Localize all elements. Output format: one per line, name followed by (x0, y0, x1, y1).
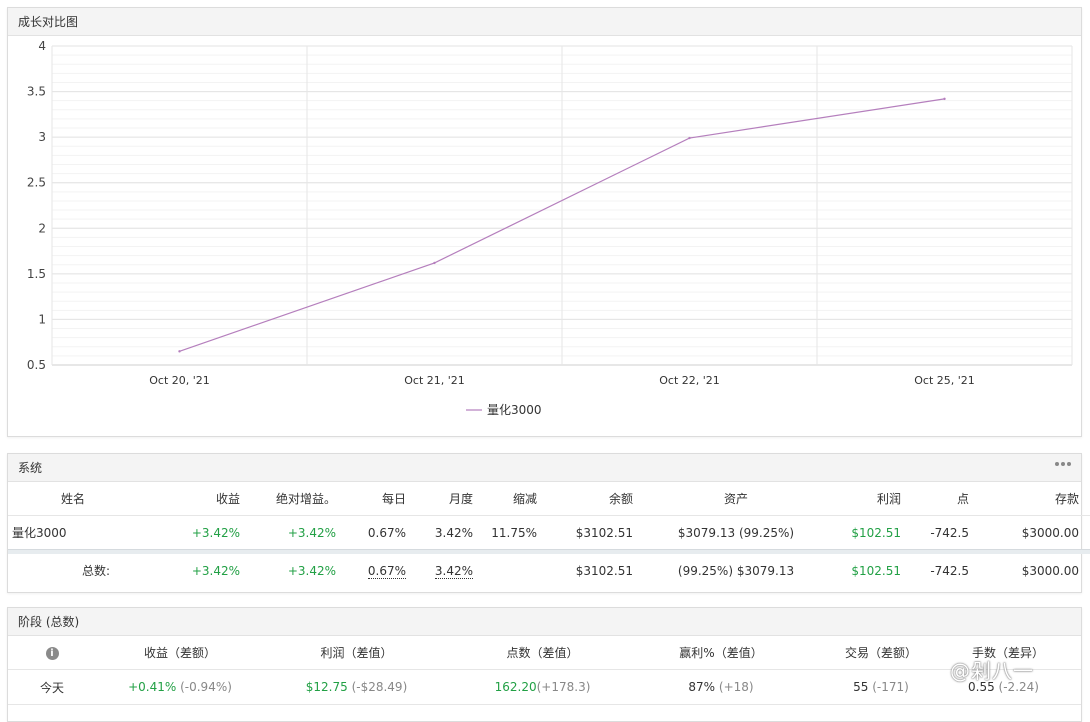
total-abs-gain: +3.42% (287, 563, 336, 578)
stage-row-label: 今天 (8, 669, 96, 705)
total-balance: $3102.51 (575, 563, 633, 578)
data-point (178, 350, 181, 353)
total-profit: $102.51 (851, 563, 901, 578)
col-win-diff-header[interactable]: 赢利%（差值） (636, 636, 806, 670)
y-tick-label: 1 (38, 312, 46, 326)
y-tick-label: 2 (38, 221, 46, 235)
data-point (688, 136, 691, 140)
total-monthly[interactable]: 3.42% (412, 554, 479, 587)
stage-profit-value: $12.75 (305, 680, 348, 694)
total-daily[interactable]: 0.67% (342, 554, 412, 587)
col-profit-header[interactable]: 利润 (823, 482, 911, 516)
stage-row-today: 今天 +0.41% (-0.94%) $12.75 (-$28.49) 162.… (8, 669, 1081, 705)
system-panel: 系统 姓名 收益 绝对增益。 每日 月度 缩减 余额 资产 利润 点 存款 量化… (7, 453, 1090, 593)
y-tick-label: 1.5 (27, 267, 46, 281)
stage-profit: $12.75 (-$28.49) (264, 669, 449, 705)
total-drawdown (479, 554, 561, 587)
system-profit: $102.51 (851, 525, 901, 540)
col-balance-header[interactable]: 余额 (561, 482, 649, 516)
stage-pips-value: 162.20 (494, 680, 537, 694)
info-icon[interactable]: i (45, 647, 59, 660)
stage-table: i 收益（差额） 利润（差值） 点数（差值） 赢利%（差值） 交易（差额） 手数… (8, 636, 1081, 705)
stage-win-value: 87% (688, 680, 716, 694)
col-equity-header[interactable]: 资产 (649, 482, 823, 516)
x-tick-label: Oct 25, '21 (914, 374, 975, 387)
total-daily-value[interactable]: 0.67% (367, 563, 406, 579)
y-tick-label: 2.5 (27, 176, 46, 190)
total-gain: +3.42% (191, 563, 240, 578)
growth-chart-panel: 成长对比图 4 3.5 3 2.5 2 1.5 1 0.5 Oct 20, '21 Oct 21,… (7, 7, 1082, 437)
chart-panel-header: 成长对比图 (8, 8, 1081, 36)
total-monthly-value[interactable]: 3.42% (434, 563, 473, 579)
system-abs-gain: +3.42% (287, 525, 336, 540)
stage-gain-diff: (-0.94%) (180, 680, 232, 694)
system-total-row: 总数: +3.42% +3.42% 0.67% 3.42% $3102.51 (… (8, 554, 1090, 587)
stage-info-cell[interactable]: i (8, 636, 96, 670)
col-abs-gain-header[interactable]: 绝对增益。 (246, 482, 342, 516)
system-table: 姓名 收益 绝对增益。 每日 月度 缩减 余额 资产 利润 点 存款 量化300… (8, 482, 1090, 587)
col-gain-diff-header[interactable]: 收益（差额） (96, 636, 264, 670)
growth-chart: 4 3.5 3 2.5 2 1.5 1 0.5 Oct 20, '21 Oct 21, '21 Oc… (27, 39, 1073, 417)
system-data-row: 量化3000 +3.42% +3.42% 0.67% 3.42% 11.75% … (8, 516, 1090, 550)
stage-panel-header: 阶段 (总数) (8, 608, 1081, 636)
stage-header-row: i 收益（差额） 利润（差值） 点数（差值） 赢利%（差值） 交易（差额） 手数… (8, 636, 1081, 670)
watermark: @剁八一 (950, 659, 1034, 683)
y-tick-label: 3.5 (27, 85, 46, 99)
x-tick-label: Oct 20, '21 (149, 374, 210, 387)
system-panel-title: 系统 (18, 461, 43, 475)
y-tick-label: 3 (38, 130, 46, 144)
col-name-header[interactable]: 姓名 (8, 482, 128, 516)
chart-panel-title: 成长对比图 (18, 15, 79, 29)
more-options-icon[interactable] (1055, 462, 1071, 466)
col-drawdown-header[interactable]: 缩减 (479, 482, 561, 516)
stage-trades-diff: (-171) (872, 680, 909, 694)
stage-pips-diff: (+178.3) (536, 680, 591, 694)
x-tick-label: Oct 21, '21 (404, 374, 465, 387)
col-pips-diff-header[interactable]: 点数（差值） (449, 636, 636, 670)
total-equity: (99.25%) $3079.13 (677, 563, 795, 578)
total-pips: -742.5 (930, 563, 969, 578)
stage-gain: +0.41% (-0.94%) (96, 669, 264, 705)
system-gain: +3.42% (191, 525, 240, 540)
y-tick-label: 4 (38, 39, 46, 53)
stage-panel: 阶段 (总数) i 收益（差额） 利润（差值） 点数（差值） 赢利%（差值） 交… (7, 607, 1082, 722)
system-equity: $3079.13 (99.25%) (677, 525, 795, 540)
system-drawdown: 11.75% (491, 525, 537, 540)
system-header-row: 姓名 收益 绝对增益。 每日 月度 缩减 余额 资产 利润 点 存款 (8, 482, 1090, 516)
col-daily-header[interactable]: 每日 (342, 482, 412, 516)
system-balance: $3102.51 (575, 525, 633, 540)
y-tick-label: 0.5 (27, 358, 46, 372)
system-daily: 0.67% (367, 525, 406, 540)
system-pips: -742.5 (930, 525, 969, 540)
data-point (943, 97, 946, 101)
system-monthly: 3.42% (434, 525, 473, 540)
stage-gain-value: +0.41% (128, 680, 177, 694)
stage-win-diff: (+18) (718, 680, 754, 694)
col-monthly-header[interactable]: 月度 (412, 482, 479, 516)
stage-panel-title: 阶段 (总数) (18, 615, 80, 629)
system-panel-header: 系统 (8, 454, 1081, 482)
legend-label: 量化3000 (487, 403, 542, 417)
system-name[interactable]: 量化3000 (8, 516, 128, 550)
col-deposit-header[interactable]: 存款 (987, 482, 1090, 516)
stage-pips: 162.20(+178.3) (449, 669, 636, 705)
col-trades-diff-header[interactable]: 交易（差额） (806, 636, 956, 670)
data-point (433, 261, 436, 265)
col-pips-header[interactable]: 点 (911, 482, 987, 516)
stage-win: 87% (+18) (636, 669, 806, 705)
stage-profit-diff: (-$28.49) (351, 680, 408, 694)
col-profit-diff-header[interactable]: 利润（差值） (264, 636, 449, 670)
stage-trades-value: 55 (853, 680, 869, 694)
x-tick-label: Oct 22, '21 (659, 374, 720, 387)
total-label: 总数: (81, 564, 110, 578)
total-deposit: $3000.00 (1021, 563, 1079, 578)
col-gain-header[interactable]: 收益 (128, 482, 246, 516)
stage-trades: 55 (-171) (806, 669, 956, 705)
system-deposit: $3000.00 (1021, 525, 1079, 540)
